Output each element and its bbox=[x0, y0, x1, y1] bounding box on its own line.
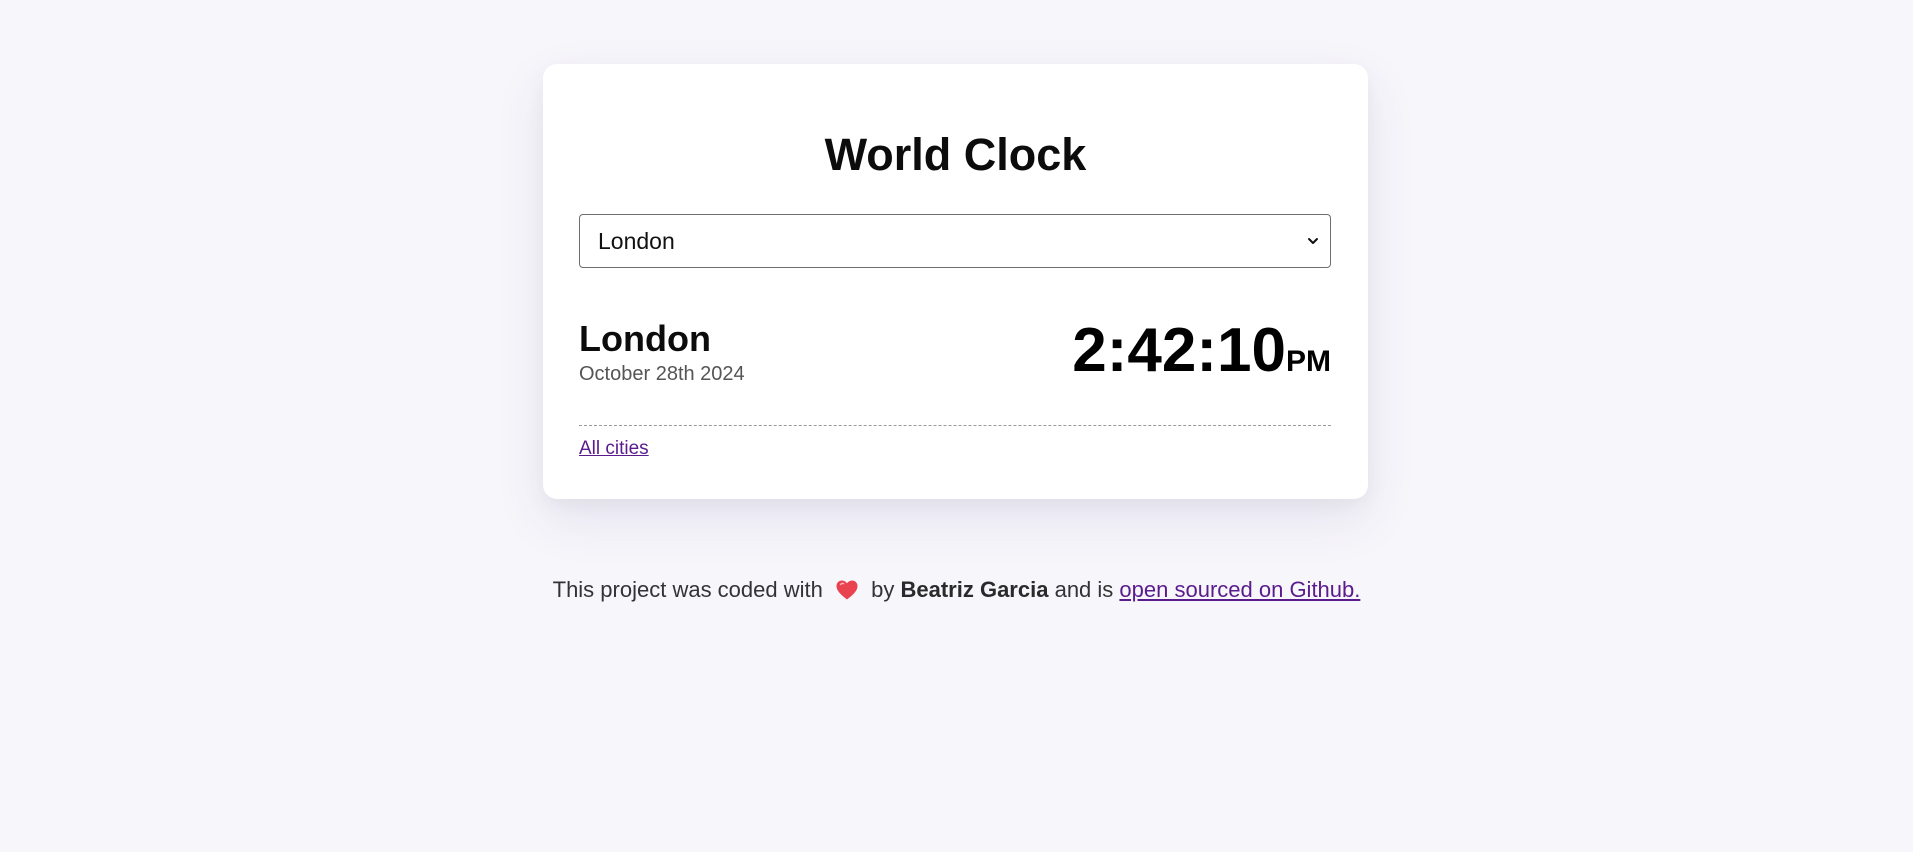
footer: This project was coded with by Beatriz G… bbox=[0, 576, 1913, 604]
all-cities-link[interactable]: All cities bbox=[579, 438, 649, 460]
city-name: London bbox=[579, 318, 711, 359]
footer-author: Beatriz Garcia bbox=[900, 577, 1049, 602]
footer-prefix: This project was coded with bbox=[552, 577, 823, 602]
city-time: 2:42:10PM bbox=[1072, 314, 1331, 388]
divider bbox=[579, 425, 1331, 426]
city-date: October 28th 2024 bbox=[579, 363, 745, 385]
city-select[interactable]: London bbox=[579, 214, 1331, 268]
footer-by: by bbox=[871, 577, 895, 602]
page-title: World Clock bbox=[824, 129, 1087, 180]
heart-icon bbox=[835, 579, 859, 601]
chevron-down-icon bbox=[1306, 234, 1320, 248]
time-ampm: PM bbox=[1286, 345, 1331, 378]
city-select-value: London bbox=[598, 228, 675, 254]
world-clock-card: World Clock London London October 28th 2… bbox=[543, 64, 1368, 499]
footer-middle: and is bbox=[1054, 577, 1114, 602]
github-link[interactable]: open sourced on Github. bbox=[1119, 577, 1360, 602]
city-row: London October 28th 2024 2:42:10PM bbox=[579, 314, 1331, 394]
time-digits: 2:42:10 bbox=[1072, 316, 1286, 385]
